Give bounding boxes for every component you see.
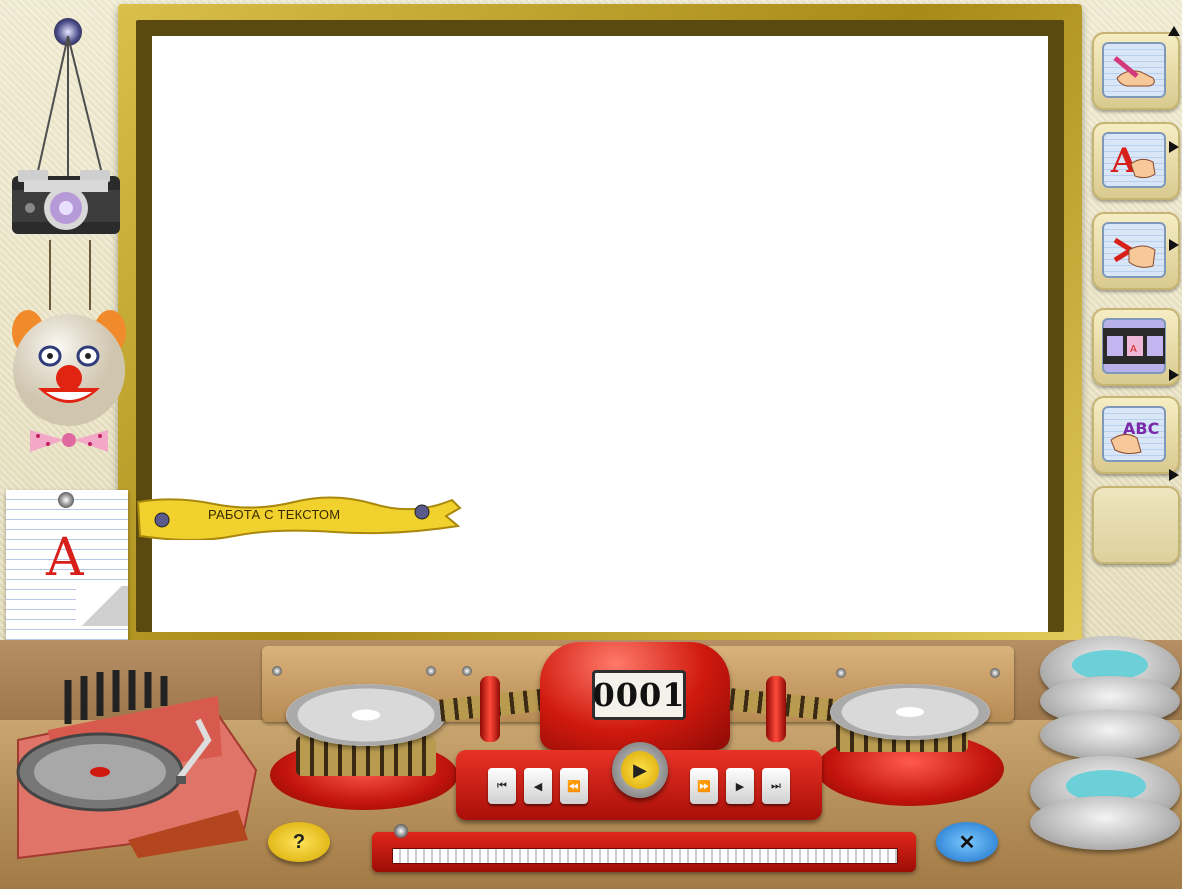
fast-forward-button[interactable]: ⏩	[690, 768, 718, 804]
exit-button[interactable]: ✕	[936, 822, 998, 862]
rewind-button[interactable]: ⏪	[560, 768, 588, 804]
film-strip-icon: A	[1103, 328, 1165, 364]
film-can[interactable]	[1040, 710, 1180, 760]
timeline-track[interactable]	[392, 848, 898, 864]
play-icon: ▶	[621, 751, 659, 789]
film-tool-button[interactable]: A	[1092, 308, 1180, 386]
text-tool-button[interactable]: A	[1092, 122, 1180, 200]
arrow-indicator	[1169, 239, 1179, 251]
screw	[272, 666, 282, 676]
hand-abc-icon: ABC	[1110, 419, 1159, 455]
help-button[interactable]: ?	[268, 822, 330, 862]
arrow-indicator	[1169, 369, 1179, 381]
page-curl	[76, 586, 128, 626]
screw	[990, 668, 1000, 678]
play-button[interactable]: ▶	[612, 742, 668, 798]
empty-tool-slot	[1092, 486, 1180, 564]
right-reel[interactable]	[830, 684, 990, 740]
erase-tool-button[interactable]	[1092, 212, 1180, 290]
arrow-indicator	[1168, 26, 1180, 36]
screw	[462, 666, 472, 676]
hand-letter-a-icon: A	[1110, 141, 1156, 181]
arrow-indicator	[1169, 469, 1179, 481]
abc-tool-button[interactable]: ABC	[1092, 396, 1180, 474]
banner-label: РАБОТА С ТЕКСТОМ	[208, 507, 341, 522]
screw	[426, 666, 436, 676]
frame-counter: 0001	[592, 670, 686, 720]
arrow-indicator	[1169, 141, 1179, 153]
film-post-right	[766, 676, 786, 742]
film-can[interactable]	[1030, 796, 1180, 850]
svg-text:A: A	[1110, 141, 1138, 181]
camera-icon[interactable]	[10, 168, 122, 238]
slider-knob[interactable]	[394, 824, 408, 838]
film-post-left	[480, 676, 500, 742]
notepad-pin	[58, 492, 74, 508]
draw-tool-button[interactable]	[1092, 32, 1180, 110]
step-back-button[interactable]: ◀	[524, 768, 552, 804]
svg-text:A: A	[1130, 344, 1137, 355]
drawing-canvas[interactable]	[152, 36, 1048, 632]
clown-icon[interactable]	[8, 296, 130, 456]
hand-pencil-icon	[1113, 56, 1155, 87]
hand-scissors-icon	[1113, 237, 1156, 268]
record-player[interactable]	[8, 660, 258, 860]
skip-end-button[interactable]: ⏭	[762, 768, 790, 804]
notepad[interactable]: A	[6, 490, 128, 646]
left-reel[interactable]	[286, 684, 446, 746]
screw	[836, 668, 846, 678]
step-forward-button[interactable]: ▶	[726, 768, 754, 804]
skip-start-button[interactable]: ⏮	[488, 768, 516, 804]
